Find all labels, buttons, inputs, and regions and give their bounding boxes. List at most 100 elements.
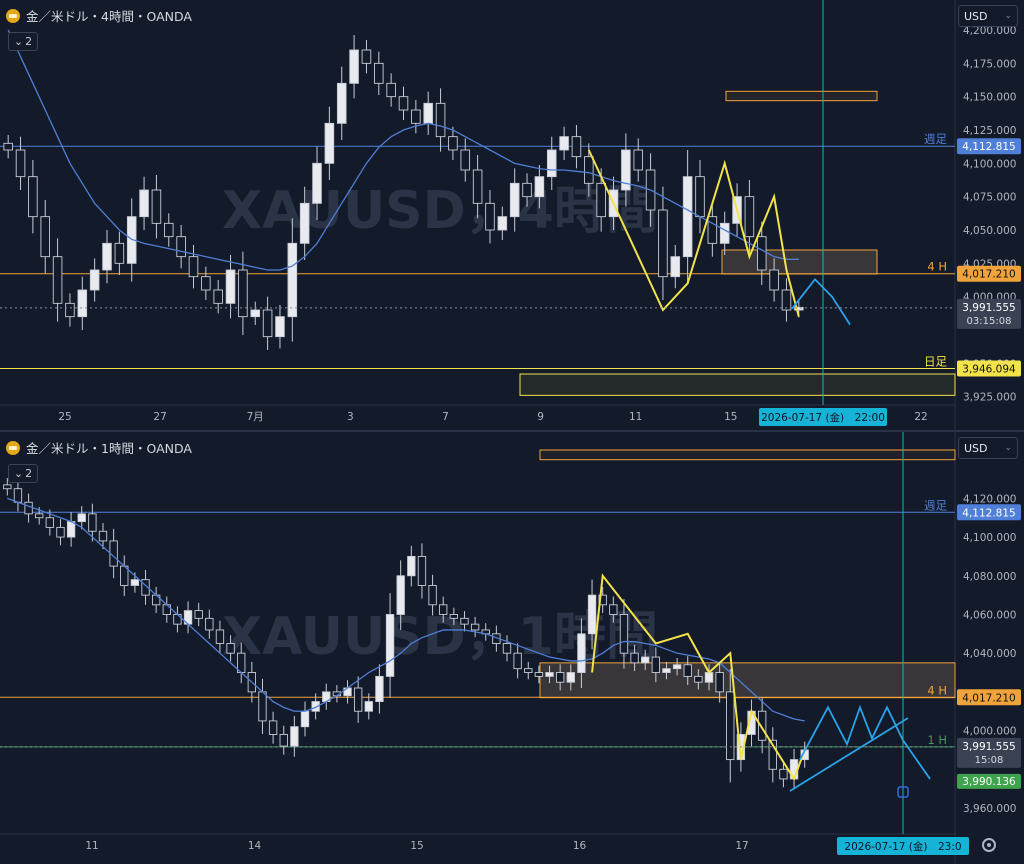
candle-body <box>258 691 267 722</box>
candle-body <box>35 513 44 519</box>
candle-body <box>546 149 557 178</box>
chart-pane-4h[interactable]: XAUUSD，4時間 4,200.000 4,175.000 4,150.000 4,1… <box>0 0 1024 430</box>
x-tick-label: 15 <box>410 840 423 852</box>
candle-body <box>682 176 693 258</box>
level-label: 週足 <box>924 498 947 512</box>
candle-body <box>102 242 112 271</box>
zone-box <box>539 662 956 699</box>
candle-body <box>188 256 199 278</box>
candle-body <box>3 142 13 151</box>
y-tick-label: 4,050.000 <box>963 225 1016 237</box>
x-tick-label: 17 <box>735 840 748 852</box>
candle-body <box>114 242 125 264</box>
x-tick-label: 25 <box>58 411 71 423</box>
candle-body <box>89 269 100 291</box>
candlestick-chart-4h[interactable]: XAUUSD，4時間4,200.0004,175.0004,150.0004,1… <box>0 0 1024 430</box>
candle-body <box>3 484 12 490</box>
candle-body <box>756 236 767 271</box>
x-tick-label: 16 <box>573 840 587 852</box>
candle-body <box>460 149 471 171</box>
level-label: 4 H <box>927 260 947 274</box>
candle-body <box>726 691 735 761</box>
candle-body <box>77 513 86 523</box>
candle-body <box>683 664 692 677</box>
candle-body <box>545 672 554 677</box>
candle-body <box>361 49 372 64</box>
last-price-text: 3,991.555 <box>962 302 1015 314</box>
candle-body <box>28 176 38 218</box>
candle-body <box>139 189 149 218</box>
candle-body <box>98 530 108 542</box>
candle-body <box>672 664 682 670</box>
indicator-toggle-4h[interactable]: ⌄ 2 <box>8 32 38 51</box>
candle-body <box>439 604 448 615</box>
candle-body <box>52 256 63 304</box>
candle-body <box>609 604 618 615</box>
candle-body <box>769 269 779 291</box>
zone-box <box>539 449 956 461</box>
zone-box <box>721 249 878 275</box>
candle-body <box>707 216 718 244</box>
x-tick-label: 7 <box>442 411 449 423</box>
candle-body <box>509 182 520 218</box>
candle-body <box>66 521 76 538</box>
candle-body <box>201 276 211 291</box>
candlestick-chart-1h[interactable]: XAUUSD，1時間4,120.0004,100.0004,080.0004,0… <box>0 432 1024 864</box>
candle-body <box>40 216 51 258</box>
candle-body <box>238 269 248 318</box>
y-tick-label: 4,080.000 <box>963 571 1016 583</box>
chart-pane-1h[interactable]: XAUUSD，1時間 4,120.000 4,100.000 4,080.000 4,0… <box>0 432 1024 864</box>
candle-body <box>449 614 459 619</box>
indicator-count-4h: 2 <box>25 35 33 48</box>
forecast-path <box>791 277 851 326</box>
candle-body <box>130 579 140 586</box>
crosshair-time-text: 2026-07-17 (金) 22:00 <box>761 411 885 424</box>
candle-body <box>24 501 33 515</box>
y-tick-label: 4,060.000 <box>963 609 1016 621</box>
chart-header-4h: 金／米ドル・4時間・OANDA <box>6 6 192 25</box>
candle-body <box>299 202 310 244</box>
candle-body <box>497 216 508 231</box>
currency-select-4h[interactable]: USD ⌄ <box>958 5 1018 27</box>
candle-body <box>715 672 724 693</box>
candle-body <box>704 672 714 683</box>
candle-body <box>268 720 278 735</box>
x-tick-label: 27 <box>153 411 166 423</box>
x-tick-label: 15 <box>724 411 737 423</box>
candle-countdown: 15:08 <box>975 755 1004 766</box>
candle-body <box>658 209 668 278</box>
candle-body <box>164 222 174 238</box>
level-price-text: 4,112.815 <box>962 507 1015 519</box>
candle-body <box>559 136 569 151</box>
candle-body <box>694 675 703 683</box>
candle-body <box>744 196 755 238</box>
candle-body <box>651 656 661 673</box>
y-tick-label: 4,075.000 <box>963 192 1016 204</box>
candle-body <box>407 555 416 577</box>
candle-body <box>470 623 480 631</box>
chevron-down-icon: ⌄ <box>13 35 24 48</box>
candle-body <box>779 768 788 780</box>
x-tick-label: 9 <box>537 411 544 423</box>
candle-body <box>349 49 359 84</box>
candle-body <box>662 668 671 673</box>
candle-body <box>781 289 792 311</box>
level-price-text: 4,017.210 <box>962 269 1015 281</box>
candle-body <box>522 182 532 198</box>
candle-body <box>596 182 606 218</box>
settings-gear-icon[interactable] <box>982 838 996 852</box>
candle-body <box>262 309 273 338</box>
candle-body <box>225 269 236 304</box>
chevron-down-icon: ⌄ <box>1004 443 1012 453</box>
candle-body <box>566 672 575 683</box>
y-tick-label: 4,120.000 <box>963 493 1016 505</box>
indicator-toggle-1h[interactable]: ⌄ 2 <box>8 464 38 483</box>
candle-body <box>485 202 495 231</box>
currency-select-1h[interactable]: USD ⌄ <box>958 437 1018 459</box>
candle-body <box>336 82 347 124</box>
candle-body <box>513 652 522 670</box>
x-tick-label: 7月 <box>247 411 264 423</box>
y-tick-label: 4,000.000 <box>963 726 1016 738</box>
candle-body <box>226 643 235 654</box>
level-label: 週足 <box>924 132 947 146</box>
